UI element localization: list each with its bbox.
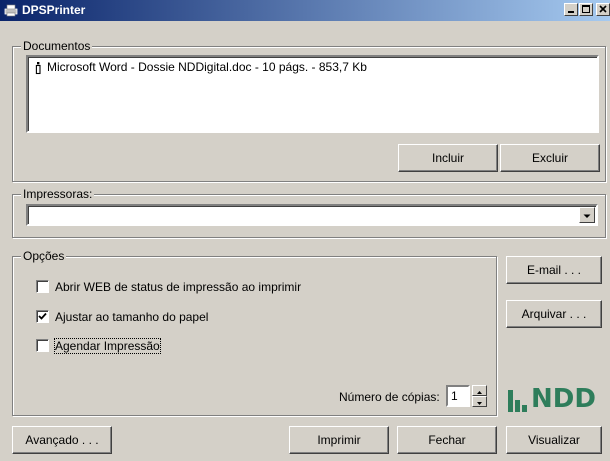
open-web-status-checkbox[interactable] [36, 280, 49, 293]
checkmark-icon [38, 312, 47, 320]
email-label: E-mail . . . [526, 263, 581, 277]
document-entry: Microsoft Word - Dossie NDDigital.doc - … [47, 60, 367, 74]
archive-button[interactable]: Arquivar . . . [506, 300, 602, 328]
documents-list[interactable]: Microsoft Word - Dossie NDDigital.doc - … [26, 55, 599, 133]
include-button[interactable]: Incluir [398, 144, 498, 172]
printer-icon [35, 62, 41, 75]
ndd-logo-icon [508, 390, 527, 412]
exclude-label: Excluir [531, 151, 568, 165]
include-label: Incluir [431, 151, 464, 165]
open-web-status-label: Abrir WEB de status de impressão ao impr… [55, 280, 302, 294]
advanced-label: Avançado . . . [25, 433, 99, 447]
preview-label: Visualizar [528, 433, 580, 447]
close-window-button[interactable] [596, 3, 610, 16]
close-button[interactable]: Fechar [397, 426, 497, 454]
schedule-print-label: Agendar Impressão [54, 338, 161, 354]
copies-label: Número de cópias: [339, 390, 440, 404]
maximize-button[interactable] [579, 3, 593, 16]
email-button[interactable]: E-mail . . . [506, 256, 602, 284]
options-legend: Opções [21, 249, 67, 263]
preview-button[interactable]: Visualizar [506, 426, 602, 454]
spin-down-icon [477, 402, 482, 405]
ndd-logo: NDD [507, 384, 602, 416]
copies-input[interactable]: 1 [446, 385, 470, 407]
close-icon [599, 5, 607, 13]
window-title: DPSPrinter [22, 3, 86, 17]
print-label: Imprimir [317, 433, 361, 447]
minimize-button[interactable] [564, 3, 578, 16]
maximize-icon [582, 5, 590, 13]
fit-to-paper-label: Ajustar ao tamanho do papel [55, 310, 209, 324]
printer-dropdown-button[interactable] [579, 207, 595, 223]
chevron-down-icon [583, 214, 591, 218]
title-bar[interactable]: DPSPrinter [0, 0, 610, 21]
advanced-button[interactable]: Avançado . . . [12, 426, 112, 454]
print-button[interactable]: Imprimir [289, 426, 389, 454]
archive-label: Arquivar . . . [521, 307, 587, 321]
printer-app-icon [4, 4, 18, 17]
schedule-print-checkbox[interactable] [36, 339, 49, 352]
copies-increment-button[interactable] [472, 385, 487, 396]
printers-legend: Impressoras: [21, 187, 95, 201]
printer-select[interactable] [26, 204, 598, 226]
exclude-button[interactable]: Excluir [500, 144, 600, 172]
minimize-icon [568, 11, 574, 13]
fit-to-paper-checkbox[interactable] [36, 310, 49, 323]
copies-value: 1 [451, 389, 458, 403]
copies-decrement-button[interactable] [472, 396, 487, 407]
ndd-logo-text: NDD [531, 384, 596, 414]
close-label: Fechar [428, 433, 466, 447]
documents-legend: Documentos [21, 39, 93, 53]
